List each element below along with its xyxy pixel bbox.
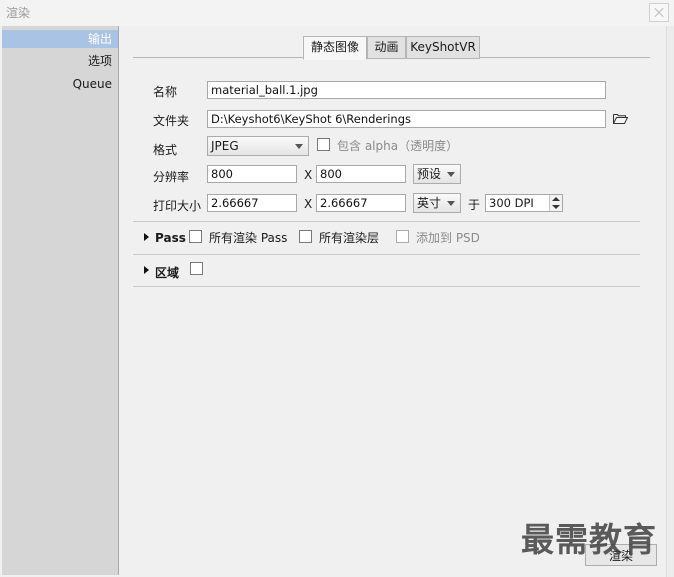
resolution-width-input[interactable]: 800 — [207, 165, 297, 183]
right-edge — [666, 26, 674, 577]
format-label: 格式 — [153, 143, 178, 157]
folder-open-icon[interactable] — [613, 113, 628, 124]
unit-select-value: 英寸 — [417, 196, 442, 210]
dpi-value: 300 DPI — [489, 196, 534, 210]
sidebar-item-output[interactable]: 输出 — [2, 30, 118, 48]
folder-label: 文件夹 — [153, 114, 190, 128]
expand-arrow-icon[interactable] — [144, 233, 149, 241]
all-layers-checkbox[interactable] — [299, 230, 312, 243]
title-bar: 渲染 — [0, 0, 674, 26]
print-width-input[interactable]: 2.66667 — [207, 194, 297, 212]
at-label: 于 — [468, 198, 481, 212]
expand-arrow-icon[interactable] — [144, 266, 149, 274]
all-layers-label: 所有渲染层 — [319, 231, 380, 245]
divider — [133, 254, 640, 255]
dpi-spinbox[interactable]: 300 DPI — [485, 194, 563, 212]
divider — [133, 286, 640, 287]
add-to-psd-label: 添加到 PSD — [416, 231, 480, 245]
chevron-down-icon — [295, 144, 303, 149]
tab-still-image[interactable]: 静态图像 — [303, 36, 367, 60]
preset-select-value: 预设 — [417, 167, 442, 181]
watermark-logo: 最需教育 — [521, 520, 657, 559]
alpha-label: 包含 alpha（透明度） — [337, 139, 459, 153]
print-size-label: 打印大小 — [153, 199, 202, 213]
print-x-label: X — [304, 197, 313, 211]
all-passes-label: 所有渲染 Pass — [209, 231, 288, 245]
close-button[interactable] — [649, 3, 669, 22]
preset-select[interactable]: 预设 — [413, 164, 461, 184]
format-select[interactable]: JPEG — [207, 136, 309, 156]
tab-animation[interactable]: 动画 — [367, 36, 406, 59]
alpha-checkbox[interactable] — [317, 138, 330, 151]
pass-section-label[interactable]: Pass — [155, 231, 186, 245]
sidebar-item-options[interactable]: 选项 — [88, 52, 112, 70]
name-label: 名称 — [153, 85, 178, 99]
dpi-stepper-buttons[interactable] — [549, 195, 562, 211]
main-panel: 静态图像 动画 KeyShotVR 名称 material_ball.1.jpg… — [119, 26, 666, 575]
folder-input[interactable]: D:\Keyshot6\KeyShot 6\Renderings — [207, 110, 606, 128]
add-to-psd-checkbox[interactable] — [396, 230, 409, 243]
resolution-x-label: X — [304, 168, 313, 182]
resolution-label: 分辨率 — [153, 170, 190, 184]
resolution-height-input[interactable]: 800 — [316, 165, 406, 183]
all-passes-checkbox[interactable] — [189, 230, 202, 243]
region-checkbox[interactable] — [190, 262, 203, 275]
chevron-down-icon — [447, 201, 455, 206]
name-input[interactable]: material_ball.1.jpg — [207, 81, 606, 99]
sidebar: 输出 选项 Queue — [2, 26, 119, 575]
chevron-down-icon — [447, 172, 455, 177]
divider — [133, 221, 640, 222]
tab-keyshotvr[interactable]: KeyShotVR — [406, 36, 480, 59]
arrow-down-icon — [552, 205, 560, 209]
arrow-up-icon — [552, 197, 560, 201]
sidebar-item-queue[interactable]: Queue — [73, 75, 112, 93]
format-select-value: JPEG — [211, 139, 239, 153]
print-height-input[interactable]: 2.66667 — [316, 194, 406, 212]
unit-select[interactable]: 英寸 — [413, 193, 461, 213]
window-title: 渲染 — [6, 6, 31, 20]
region-section-label[interactable]: 区域 — [155, 264, 179, 281]
